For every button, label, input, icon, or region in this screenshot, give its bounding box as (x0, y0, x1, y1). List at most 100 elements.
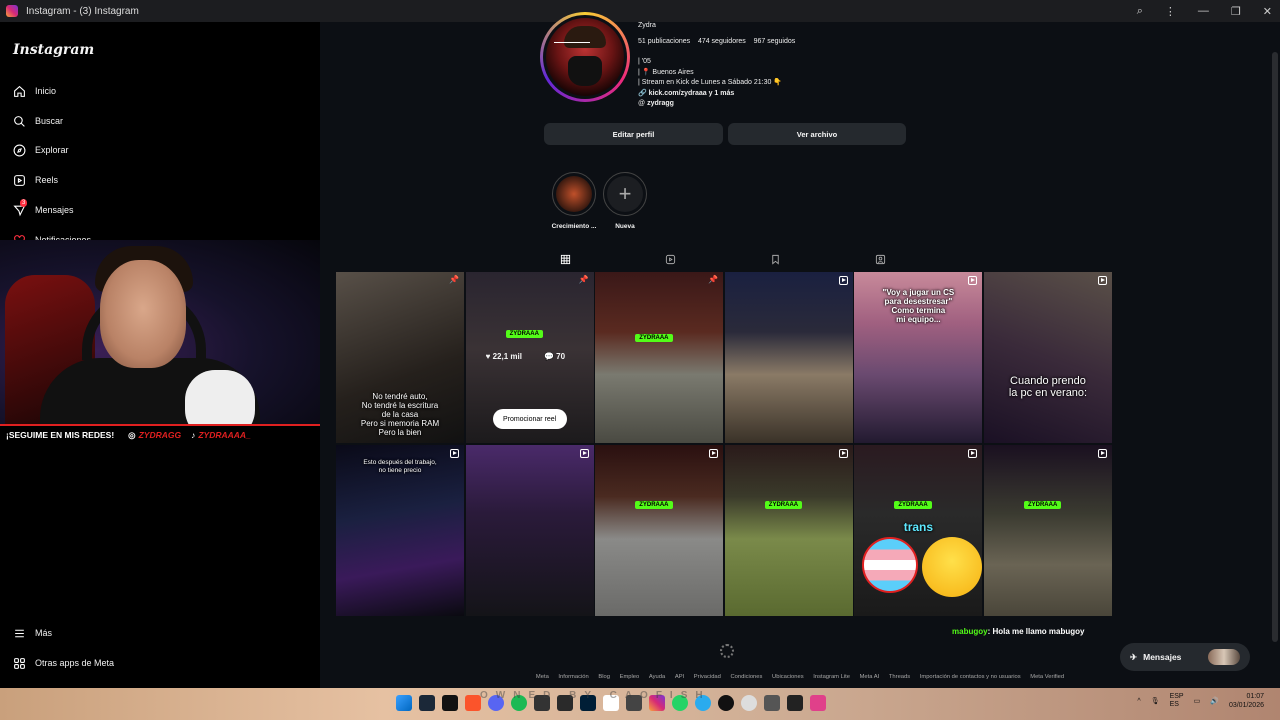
instagram-icon: ◎ (128, 429, 136, 440)
sidebar-item-search[interactable]: Buscar (12, 114, 63, 128)
post-caption: "Voy a jugar un CS para desestresar" Com… (882, 288, 955, 324)
chevron-up-icon[interactable]: ^ (1137, 698, 1140, 705)
post-tile[interactable] (724, 272, 853, 443)
app-icon[interactable] (718, 695, 734, 711)
post-tile[interactable]: ZYDRAAA (983, 445, 1112, 616)
posts-count[interactable]: 51 publicaciones (638, 38, 690, 45)
profile-avatar[interactable] (540, 12, 630, 102)
volume-icon[interactable]: 🔊 (1210, 697, 1219, 705)
footer-link[interactable]: Ubicaciones (772, 674, 804, 680)
footer-link[interactable]: Instagram Lite (813, 674, 850, 680)
sidebar-item-reels[interactable]: Reels (12, 173, 58, 187)
threads-link[interactable]: @ zydragg (638, 100, 674, 107)
brave-icon[interactable] (465, 695, 481, 711)
windows-start-icon[interactable] (396, 695, 412, 711)
new-highlight[interactable]: + Nueva (602, 172, 648, 230)
footer-link[interactable]: Información (558, 674, 588, 680)
zoom-icon[interactable]: ⌕ (1137, 5, 1143, 18)
window-titlebar: Instagram - (3) Instagram ⌕ ⋮ — ❐ ✕ (0, 0, 1280, 22)
tab-saved[interactable] (770, 252, 784, 266)
post-caption: Cuando prendo la pc en verano: (1008, 375, 1088, 399)
footer-link[interactable]: Meta Verified (1030, 674, 1064, 680)
sidebar-item-meta-apps[interactable]: Otras apps de Meta (12, 656, 114, 670)
followers-count[interactable]: 474 seguidores (698, 38, 746, 45)
window-title: Instagram - (3) Instagram (26, 5, 139, 17)
promote-reel-button[interactable]: Promocionar reel (492, 409, 567, 429)
compass-icon (12, 143, 26, 157)
capcut-icon[interactable] (787, 695, 803, 711)
app-icon[interactable] (764, 695, 780, 711)
tab-reels[interactable] (665, 252, 679, 266)
profile-name: Zydra (638, 22, 656, 29)
posts-grid: 📌 No tendré auto, No tendré la escritura… (336, 272, 1113, 617)
profile-link[interactable]: 🔗 kick.com/zydraaa y 1 más (638, 89, 734, 97)
messages-pill[interactable]: ✈ Mensajes (1120, 643, 1250, 671)
footer-links: Meta Información Blog Empleo Ayuda API P… (320, 674, 1280, 680)
flag-circle (862, 537, 919, 593)
follow-text: ¡SEGUIME EN MIS REDES! (6, 430, 115, 440)
post-tile[interactable]: ZYDRAAA (724, 445, 853, 616)
footer-link[interactable]: Importación de contactos y no usuarios (920, 674, 1021, 680)
footer-link[interactable]: Ayuda (649, 674, 665, 680)
sidebar-item-explore[interactable]: Explorar (12, 143, 69, 157)
post-tile[interactable]: "Voy a jugar un CS para desestresar" Com… (854, 272, 983, 443)
footer-link[interactable]: Blog (598, 674, 610, 680)
stream-social-bar: ¡SEGUIME EN MIS REDES! ◎ ZYDRAGG ♪ ZYDRA… (0, 424, 320, 444)
post-caption: trans (903, 520, 934, 534)
app-icon[interactable] (810, 695, 826, 711)
messenger-icon: 3 (12, 199, 28, 217)
footer-link[interactable]: Meta AI (860, 674, 880, 680)
footer-link[interactable]: Empleo (620, 674, 640, 680)
app-icon[interactable] (741, 695, 757, 711)
search-icon (12, 114, 26, 128)
post-tile[interactable]: 📌 ZYDRAAA (595, 272, 724, 443)
epic-icon[interactable] (442, 695, 458, 711)
reel-icon (450, 449, 459, 458)
comments-count: 💬 70 (543, 352, 566, 361)
kick-badge: ZYDRAAA (764, 501, 803, 509)
sidebar-item-label: Buscar (35, 116, 64, 126)
edit-profile-button[interactable]: Editar perfil (544, 123, 723, 145)
post-tile[interactable] (465, 445, 594, 616)
post-tile[interactable]: 📌 No tendré auto, No tendré la escritura… (336, 272, 464, 443)
following-count[interactable]: 967 seguidos (754, 38, 796, 45)
tab-posts[interactable] (560, 252, 574, 266)
sidebar-item-home[interactable]: Inicio (12, 84, 56, 98)
post-tile[interactable]: Esto después del trabajo, no tiene preci… (336, 445, 464, 616)
reel-icon (709, 449, 719, 458)
instagram-app-icon (6, 5, 18, 17)
network-icon[interactable]: ▭ (1194, 697, 1201, 705)
clock[interactable]: 01:07 03/01/2026 (1229, 692, 1264, 710)
menu-icon[interactable]: ⋮ (1165, 5, 1176, 18)
home-icon (12, 84, 26, 98)
footer-link[interactable]: Meta (536, 674, 549, 680)
profile-main: Zydra 51 publicaciones 474 seguidores 96… (320, 12, 1280, 688)
profile-link-text[interactable]: kick.com/zydraaa y 1 más (649, 90, 735, 97)
sidebar-item-messages[interactable]: 3 Mensajes (12, 199, 74, 217)
post-tile[interactable]: ZYDRAAA trans (854, 445, 983, 616)
post-tile[interactable]: ZYDRAAA (595, 445, 724, 616)
maximize-button[interactable]: ❐ (1231, 5, 1241, 18)
post-tile[interactable]: Cuando prendo la pc en verano: (983, 272, 1112, 443)
footer-link[interactable]: Threads (889, 674, 910, 680)
plus-icon: + (607, 176, 643, 212)
post-tile[interactable]: 📌 ZYDRAAA ♥ 22,1 mil 💬 70 Promocionar re… (465, 272, 594, 443)
language-indicator[interactable]: ESP ES (1170, 693, 1184, 709)
steam-icon[interactable] (419, 695, 435, 711)
highlight-item[interactable]: Crecimiento ... (551, 172, 597, 230)
post-caption: No tendré auto, No tendré la escritura d… (360, 392, 440, 437)
footer-link[interactable]: Condiciones (731, 674, 763, 680)
scrollbar[interactable] (1272, 52, 1278, 642)
close-button[interactable]: ✕ (1263, 5, 1272, 18)
profile-stats: 51 publicaciones 474 seguidores 967 segu… (638, 38, 795, 45)
tiktok-icon: ♪ (191, 430, 196, 440)
minimize-button[interactable]: — (1198, 5, 1209, 17)
footer-link[interactable]: Privacidad (694, 674, 721, 680)
footer-link[interactable]: API (675, 674, 684, 680)
microphone-icon[interactable]: 🎙 (1151, 697, 1160, 705)
view-archive-button[interactable]: Ver archivo (728, 123, 906, 145)
instagram-logo[interactable]: Instagram (13, 42, 94, 58)
sidebar-item-more[interactable]: Más (12, 626, 52, 640)
tab-tagged[interactable] (875, 252, 889, 266)
threads-handle[interactable]: zydragg (647, 100, 674, 107)
